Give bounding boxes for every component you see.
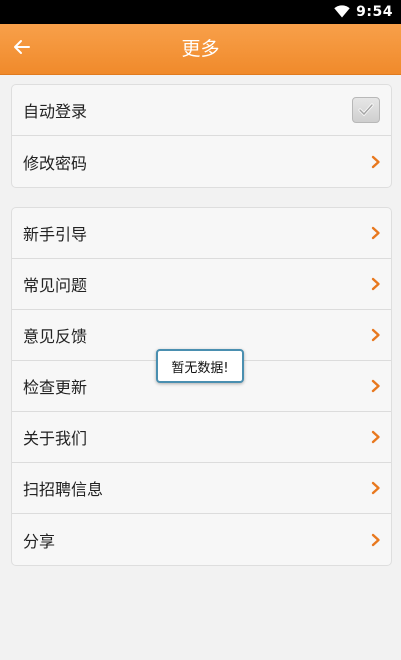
row-label: 分享 <box>23 531 56 551</box>
row-label: 扫招聘信息 <box>23 480 104 499</box>
status-bar: 9:54 <box>0 0 401 24</box>
row-auto-login[interactable]: 自动登录 <box>12 85 391 136</box>
row-label: 新手引导 <box>23 225 88 244</box>
chevron-right-icon <box>371 481 380 495</box>
chevron-right-icon <box>371 155 380 168</box>
chevron-right-icon <box>371 277 380 291</box>
row-scan-job-info[interactable]: 扫招聘信息 <box>12 463 391 514</box>
status-right: 9:54 <box>334 0 393 24</box>
header-bar: 更多 <box>0 24 401 75</box>
chevron-right-icon <box>371 430 380 444</box>
row-label: 关于我们 <box>23 429 88 448</box>
row-share[interactable]: 分享 <box>12 514 391 565</box>
row-label: 修改密码 <box>23 153 88 173</box>
chevron-right-icon <box>371 328 380 342</box>
row-about-us[interactable]: 关于我们 <box>12 412 391 463</box>
row-label: 检查更新 <box>23 378 88 397</box>
row-change-password[interactable]: 修改密码 <box>12 136 391 187</box>
row-beginner-guide[interactable]: 新手引导 <box>12 208 391 259</box>
chevron-right-icon <box>371 226 380 240</box>
row-faq[interactable]: 常见问题 <box>12 259 391 310</box>
row-label: 自动登录 <box>23 102 88 121</box>
toast-message: 暂无数据! <box>156 349 244 383</box>
auto-login-checkbox[interactable] <box>352 97 380 123</box>
chevron-right-icon <box>371 379 380 393</box>
settings-group-more: 新手引导 常见问题 意见反馈 检查更新 关于我们 扫招聘信息 分享 <box>11 207 392 566</box>
page-title: 更多 <box>181 38 220 60</box>
wifi-icon <box>334 3 350 22</box>
row-label: 意见反馈 <box>23 327 88 346</box>
chevron-right-icon <box>371 533 380 546</box>
settings-group-account: 自动登录 修改密码 <box>11 84 392 188</box>
row-label: 常见问题 <box>23 276 88 295</box>
checkmark-icon <box>358 103 374 117</box>
status-time: 9:54 <box>356 4 393 20</box>
